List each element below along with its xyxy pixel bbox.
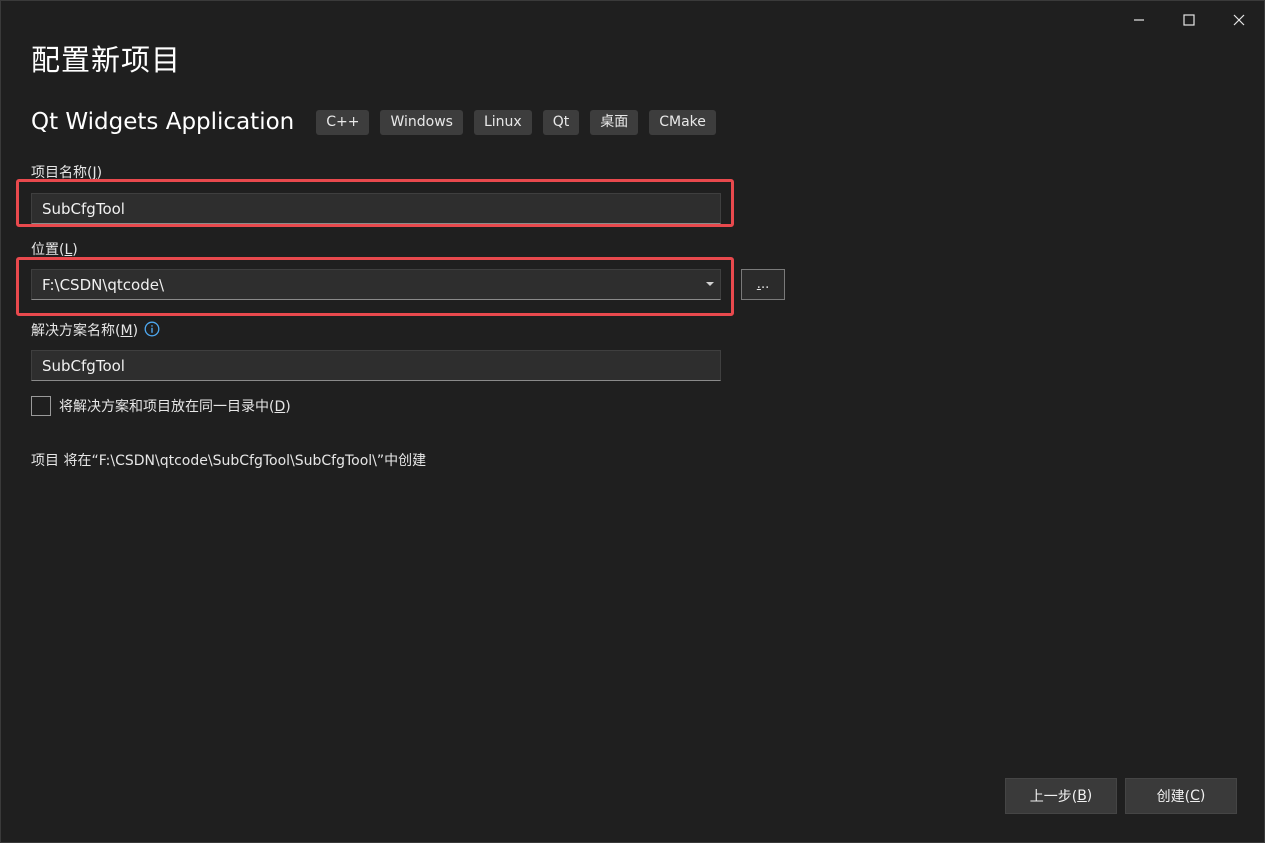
project-name-label: 项目名称(J) xyxy=(31,165,103,181)
project-name-value: SubCfgTool xyxy=(42,199,125,218)
dropdown-arrow-icon[interactable] xyxy=(706,282,714,286)
tag-linux: Linux xyxy=(473,109,532,135)
tag-cmake: CMake xyxy=(649,109,716,135)
tag-cpp: C++ xyxy=(316,109,370,135)
location-value: F:\CSDN\qtcode\ xyxy=(42,275,165,294)
close-button[interactable] xyxy=(1214,1,1264,39)
back-button[interactable]: 上一步(B) xyxy=(1005,778,1117,814)
solution-name-value: SubCfgTool xyxy=(42,356,125,375)
minimize-icon xyxy=(1134,19,1144,21)
same-directory-option[interactable]: 将解决方案和项目放在同一目录中(D) xyxy=(31,396,291,416)
location-combobox[interactable]: F:\CSDN\qtcode\ xyxy=(31,269,721,300)
configure-project-window: 配置新项目 Qt Widgets Application C++ Windows… xyxy=(0,0,1265,843)
window-controls xyxy=(1114,1,1264,41)
creation-path-info: 项目 将在“F:\CSDN\qtcode\SubCfgTool\SubCfgTo… xyxy=(31,453,427,469)
minimize-button[interactable] xyxy=(1114,1,1164,39)
info-icon[interactable] xyxy=(144,321,160,337)
maximize-button[interactable] xyxy=(1164,1,1214,39)
same-directory-label: 将解决方案和项目放在同一目录中(D) xyxy=(59,399,291,415)
location-label: 位置(L) xyxy=(31,242,78,258)
create-button[interactable]: 创建(C) xyxy=(1125,778,1237,814)
browse-button[interactable]: ... xyxy=(741,269,785,300)
tag-desktop: 桌面 xyxy=(590,109,639,135)
close-icon xyxy=(1233,14,1245,26)
solution-name-label: 解决方案名称(M) xyxy=(31,320,160,340)
template-header: Qt Widgets Application C++ Windows Linux… xyxy=(31,105,727,139)
project-name-input[interactable]: SubCfgTool xyxy=(31,193,721,224)
page-title: 配置新项目 xyxy=(31,43,182,77)
solution-name-input[interactable]: SubCfgTool xyxy=(31,350,721,381)
same-directory-checkbox[interactable] xyxy=(31,396,51,416)
template-name: Qt Widgets Application xyxy=(31,109,295,135)
maximize-icon xyxy=(1183,14,1195,26)
tag-windows: Windows xyxy=(380,109,463,135)
tag-qt: Qt xyxy=(542,109,580,135)
